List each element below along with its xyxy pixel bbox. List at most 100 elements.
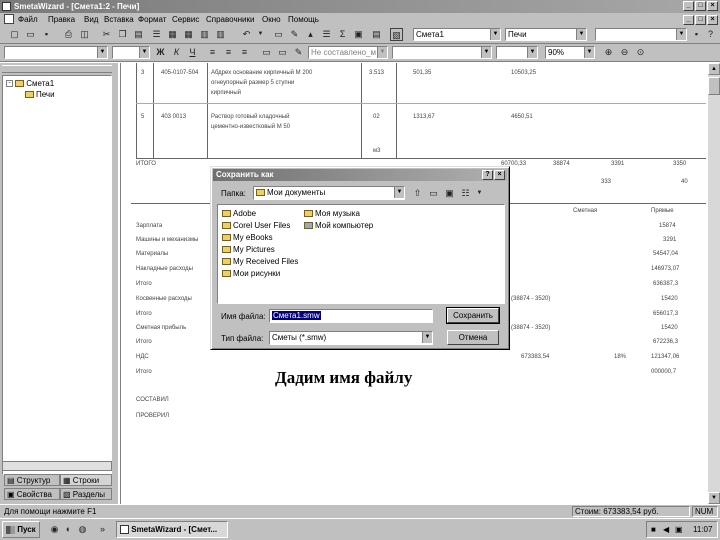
document-vscrollbar[interactable]: ▲ ▼ xyxy=(708,63,720,504)
chevron-down-icon[interactable]: ▼ xyxy=(576,29,586,40)
tree-item-section[interactable]: Печи xyxy=(25,90,55,99)
style-select[interactable]: Не составлено_м ▼ xyxy=(308,46,388,59)
minimize-button[interactable]: _ xyxy=(683,1,694,11)
param-select-1[interactable]: ▼ xyxy=(392,46,492,59)
tab-structure[interactable]: ▤ Структур xyxy=(4,474,60,486)
browser-icon[interactable]: ◉ xyxy=(48,523,61,536)
menu-help[interactable]: Помощь xyxy=(288,14,319,25)
zoom-fit-icon[interactable]: ⊙ xyxy=(634,46,647,59)
collapse-icon[interactable]: - xyxy=(6,80,13,88)
save-button[interactable]: Сохранить xyxy=(446,307,500,324)
file-item[interactable]: Мои рисунки xyxy=(222,269,280,279)
filetype-select[interactable]: Сметы (*.smw) ▼ xyxy=(269,331,433,345)
chevron-down-icon[interactable]: ▼ xyxy=(490,29,500,40)
file-item[interactable]: Adobe xyxy=(222,209,256,219)
scroll-thumb[interactable] xyxy=(708,77,720,95)
section-select[interactable]: Печи ▼ xyxy=(505,28,587,41)
form-icon[interactable]: ▤ xyxy=(370,28,383,41)
dialog-help-button[interactable]: ? xyxy=(482,170,493,180)
tree-hscrollbar[interactable] xyxy=(2,461,112,471)
brush-icon[interactable]: ✎ xyxy=(292,46,305,59)
menu-insert[interactable]: Вставка xyxy=(104,14,134,25)
cut-icon[interactable]: ✂ xyxy=(100,28,113,41)
file-list[interactable]: Adobe Corel User Files My eBooks My Pict… xyxy=(217,204,505,304)
file-item[interactable]: My Received Files xyxy=(222,257,298,267)
save-icon[interactable]: ▪ xyxy=(40,28,53,41)
chevron-down-icon[interactable]: ▼ xyxy=(394,187,404,198)
doc-icon[interactable] xyxy=(4,14,14,24)
active-tool-icon[interactable]: ▧ xyxy=(390,28,403,41)
maximize-button[interactable]: □ xyxy=(695,1,706,11)
chevron-down-icon[interactable]: ▼ xyxy=(676,29,686,40)
new-folder-icon[interactable]: ▣ xyxy=(443,187,456,200)
chevron-down-icon[interactable]: ▼ xyxy=(481,47,491,58)
menu-window[interactable]: Окно xyxy=(262,14,281,25)
menu-references[interactable]: Справочники xyxy=(206,14,254,25)
move-up-icon[interactable]: ▴ xyxy=(304,28,317,41)
volume-icon[interactable]: ◀ xyxy=(663,522,669,537)
sigma-icon[interactable]: Σ xyxy=(336,28,349,41)
chevron-down-icon[interactable]: ▼ xyxy=(377,47,387,58)
language-icon[interactable]: ■ xyxy=(651,522,656,537)
undo-dropdown-icon[interactable]: ▼ xyxy=(254,28,267,41)
up-folder-icon[interactable]: ⇧ xyxy=(411,187,424,200)
list-icon[interactable]: ☰ xyxy=(150,28,163,41)
filename-input[interactable]: Смета1.smw xyxy=(269,309,433,323)
more-icon[interactable]: » xyxy=(96,523,109,536)
quicklaunch-icon[interactable]: ◐ xyxy=(62,523,75,536)
underline-icon[interactable]: Ч xyxy=(186,46,199,59)
doc-restore-button[interactable]: □ xyxy=(695,15,706,25)
settings-icon[interactable]: ▪ xyxy=(690,28,703,41)
italic-icon[interactable]: К xyxy=(170,46,183,59)
copy-icon[interactable]: ❐ xyxy=(116,28,129,41)
zoom-select[interactable]: 90% ▼ xyxy=(545,46,595,59)
folder-select[interactable]: Мои документы ▼ xyxy=(253,186,405,200)
file-item[interactable]: My Pictures xyxy=(222,245,275,255)
view-menu-icon[interactable]: ☷ xyxy=(459,187,472,200)
network-icon[interactable]: ▣ xyxy=(675,522,683,537)
edit-icon[interactable]: ✎ xyxy=(288,28,301,41)
scroll-down-icon[interactable]: ▼ xyxy=(708,492,720,504)
undo-icon[interactable]: ↶ xyxy=(240,28,253,41)
smeta-select[interactable]: Смета1 ▼ xyxy=(413,28,501,41)
align-icon[interactable]: ▥ xyxy=(198,28,211,41)
paste-icon[interactable]: ▤ xyxy=(132,28,145,41)
task-smetawizard[interactable]: SmetaWizard - [Смет... xyxy=(116,521,228,538)
media-icon[interactable]: ◍ xyxy=(76,523,89,536)
doc-close-button[interactable]: × xyxy=(707,15,718,25)
menu-tools[interactable]: Сервис xyxy=(172,14,199,25)
start-button[interactable]: Пуск xyxy=(2,521,40,538)
cancel-button[interactable]: Отмена xyxy=(447,330,499,345)
chevron-down-icon[interactable]: ▼ xyxy=(97,47,107,58)
align-left-icon[interactable]: ≡ xyxy=(206,46,219,59)
tree-item-root[interactable]: - Смета1 xyxy=(6,79,54,88)
file-item[interactable]: My eBooks xyxy=(222,233,273,243)
align-center-icon[interactable]: ≡ xyxy=(222,46,235,59)
menu-file[interactable]: Файл xyxy=(18,14,38,25)
bold-icon[interactable]: Ж xyxy=(154,46,167,59)
close-button[interactable]: × xyxy=(707,1,718,11)
chevron-down-icon[interactable]: ▼ xyxy=(139,47,149,58)
panel-grip[interactable] xyxy=(2,65,112,73)
desktop-icon[interactable]: ▭ xyxy=(427,187,440,200)
table-icon[interactable]: ▦ xyxy=(166,28,179,41)
scroll-up-icon[interactable]: ▲ xyxy=(708,63,720,75)
columns-icon[interactable]: ▥ xyxy=(214,28,227,41)
open-icon[interactable]: ▭ xyxy=(24,28,37,41)
font-select[interactable]: ▼ xyxy=(4,46,108,59)
menu-edit[interactable]: Правка xyxy=(48,14,75,25)
chevron-down-icon[interactable]: ▼ xyxy=(422,332,432,343)
structure-tree[interactable]: - Смета1 Печи xyxy=(2,75,112,475)
file-item[interactable]: Мой компьютер xyxy=(304,221,373,231)
menu-view[interactable]: Вид xyxy=(84,14,98,25)
style-b-icon[interactable]: ▭ xyxy=(276,46,289,59)
rows-icon[interactable]: ☰ xyxy=(320,28,333,41)
zoom-out-icon[interactable]: ⊖ xyxy=(618,46,631,59)
dialog-close-button[interactable]: × xyxy=(494,170,505,180)
menu-format[interactable]: Формат xyxy=(138,14,166,25)
file-item[interactable]: Моя музыка xyxy=(304,209,360,219)
tab-sections[interactable]: ▧ Разделы xyxy=(60,488,112,500)
view-dropdown-icon[interactable]: ▼ xyxy=(473,187,486,200)
print-icon[interactable]: ⎙ xyxy=(62,28,75,41)
insert-row-icon[interactable]: ▭ xyxy=(272,28,285,41)
